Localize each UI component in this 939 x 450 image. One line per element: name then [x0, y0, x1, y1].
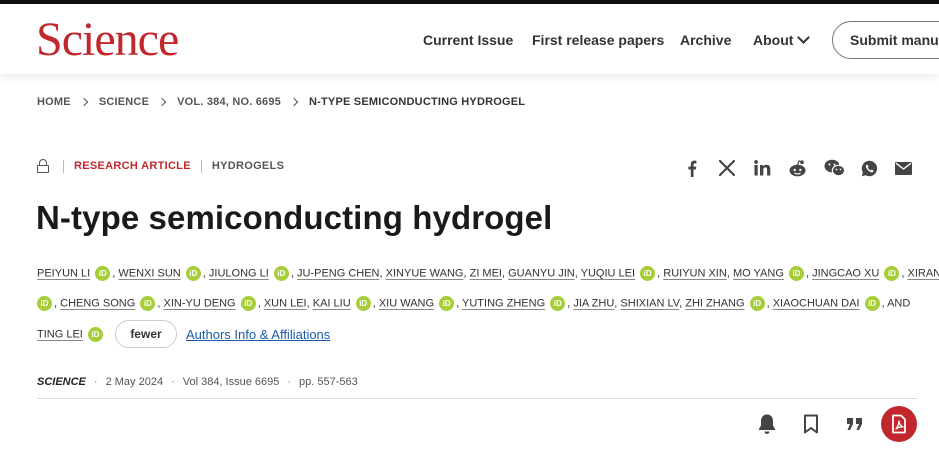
wechat-icon[interactable]	[823, 158, 845, 178]
journal-name[interactable]: SCIENCE	[37, 376, 86, 388]
submit-manuscript-button[interactable]: Submit manus	[832, 21, 939, 59]
author-name[interactable]: JINGCAO XU	[812, 267, 879, 279]
author-name[interactable]: XUN LEI	[264, 297, 307, 309]
x-icon[interactable]	[718, 158, 736, 178]
author-name[interactable]: XIU WANG	[379, 297, 434, 309]
alert-bell-icon[interactable]	[755, 412, 779, 436]
author-name[interactable]: ZHI ZHANG	[685, 297, 744, 309]
author-list-line-1: PEIYUN LI iD, WENXI SUN iD, JIULONG LI i…	[37, 266, 939, 281]
publication-info: SCIENCE · 2 May 2024 · Vol 384, Issue 66…	[37, 376, 358, 388]
author-list-line-2: iD, CHENG SONG iD, XIN-YU DENG iD, XUN L…	[37, 296, 917, 311]
orcid-icon[interactable]: iD	[87, 327, 103, 342]
orcid-icon[interactable]: iD	[95, 266, 111, 281]
email-icon[interactable]	[894, 158, 912, 178]
author-name[interactable]: GUANYU JIN	[508, 267, 575, 279]
science-logo[interactable]: Science	[36, 14, 179, 66]
nav-first-release[interactable]: First release papers	[532, 32, 664, 48]
page-range: pp. 557-563	[299, 376, 358, 388]
nav-about-label: About	[753, 32, 794, 48]
orcid-icon[interactable]: iD	[640, 266, 656, 281]
breadcrumb-home[interactable]: HOME	[37, 96, 71, 108]
fewer-authors-button[interactable]: fewer	[115, 320, 177, 348]
linkedin-icon[interactable]	[753, 158, 771, 178]
article-type: RESEARCH ARTICLE	[74, 160, 191, 172]
author-name[interactable]: XIAOCHUAN DAI	[773, 297, 860, 309]
orcid-icon[interactable]: iD	[439, 296, 455, 311]
separator-dot: ·	[171, 376, 175, 388]
orcid-icon[interactable]: iD	[355, 296, 371, 311]
author-name[interactable]: JU-PENG CHEN	[297, 267, 380, 279]
site-header: Science Current Issue First release pape…	[0, 4, 939, 74]
article-title: N-type semiconducting hydrogel	[36, 199, 553, 236]
author-name[interactable]: CHENG SONG	[60, 297, 135, 309]
orcid-icon[interactable]: iD	[864, 296, 880, 311]
divider	[63, 159, 64, 173]
author-name[interactable]: YUQIU LEI	[581, 267, 635, 279]
author-name[interactable]: WENXI SUN	[118, 267, 180, 279]
breadcrumb: HOME SCIENCE VOL. 384, NO. 6695 N-TYPE S…	[37, 96, 525, 108]
volume-issue[interactable]: Vol 384, Issue 6695	[183, 376, 280, 388]
author-name[interactable]: YUTING ZHENG	[462, 297, 545, 309]
chevron-right-icon	[289, 97, 299, 107]
orcid-icon[interactable]: iD	[185, 266, 201, 281]
cite-icon[interactable]	[843, 412, 867, 436]
authors-info-link[interactable]: Authors Info & Affiliations	[186, 327, 330, 342]
orcid-icon[interactable]: iD	[273, 266, 289, 281]
author-name[interactable]: XIRAN PAN	[907, 267, 939, 279]
author-name[interactable]: MO YANG	[733, 267, 784, 279]
article-meta: RESEARCH ARTICLE HYDROGELS	[37, 159, 284, 173]
facebook-icon[interactable]	[685, 158, 699, 178]
lock-icon	[37, 159, 49, 173]
bookmark-icon[interactable]	[799, 412, 823, 436]
nav-archive[interactable]: Archive	[680, 32, 731, 48]
author-name[interactable]: RUIYUN XIN	[663, 267, 727, 279]
article-topic[interactable]: HYDROGELS	[212, 160, 284, 172]
orcid-icon[interactable]: iD	[788, 266, 804, 281]
separator-dot: ·	[93, 376, 98, 388]
orcid-icon[interactable]: iD	[140, 296, 156, 311]
author-name[interactable]: ZI MEI	[470, 267, 502, 279]
author-name[interactable]: XINYUE WANG	[386, 267, 464, 279]
pdf-download-button[interactable]	[881, 406, 917, 442]
orcid-icon[interactable]: iD	[37, 296, 52, 311]
author-name[interactable]: JIULONG LI	[209, 267, 269, 279]
breadcrumb-volume[interactable]: VOL. 384, NO. 6695	[177, 96, 281, 108]
orcid-icon[interactable]: iD	[749, 296, 765, 311]
author-name[interactable]: JIA ZHU	[573, 297, 614, 309]
orcid-icon[interactable]: iD	[884, 266, 900, 281]
author-name[interactable]: SHIXIAN LV	[620, 297, 679, 309]
orcid-icon[interactable]: iD	[240, 296, 256, 311]
author-conjunction: AND	[887, 297, 911, 310]
breadcrumb-science[interactable]: SCIENCE	[99, 96, 149, 108]
reddit-icon[interactable]	[787, 158, 807, 178]
separator-dot: ·	[287, 376, 292, 388]
nav-current-issue[interactable]: Current Issue	[423, 32, 513, 48]
publication-date: 2 May 2024	[105, 376, 164, 388]
orcid-icon[interactable]: iD	[550, 296, 566, 311]
chevron-right-icon	[157, 97, 167, 107]
nav-about[interactable]: About	[753, 31, 811, 48]
chevron-right-icon	[79, 97, 89, 107]
author-name[interactable]: PEIYUN LI	[37, 267, 90, 279]
divider	[200, 159, 202, 173]
chevron-down-icon	[797, 31, 811, 44]
breadcrumb-current: N-TYPE SEMICONDUCTING HYDROGEL	[309, 96, 526, 108]
author-name[interactable]: XIN-YU DENG	[164, 297, 236, 309]
author-name[interactable]: KAI LIU	[313, 297, 351, 309]
whatsapp-icon[interactable]	[860, 158, 878, 178]
author-name[interactable]: TING LEI	[37, 328, 83, 340]
pdf-icon	[892, 414, 906, 434]
divider	[37, 398, 917, 399]
